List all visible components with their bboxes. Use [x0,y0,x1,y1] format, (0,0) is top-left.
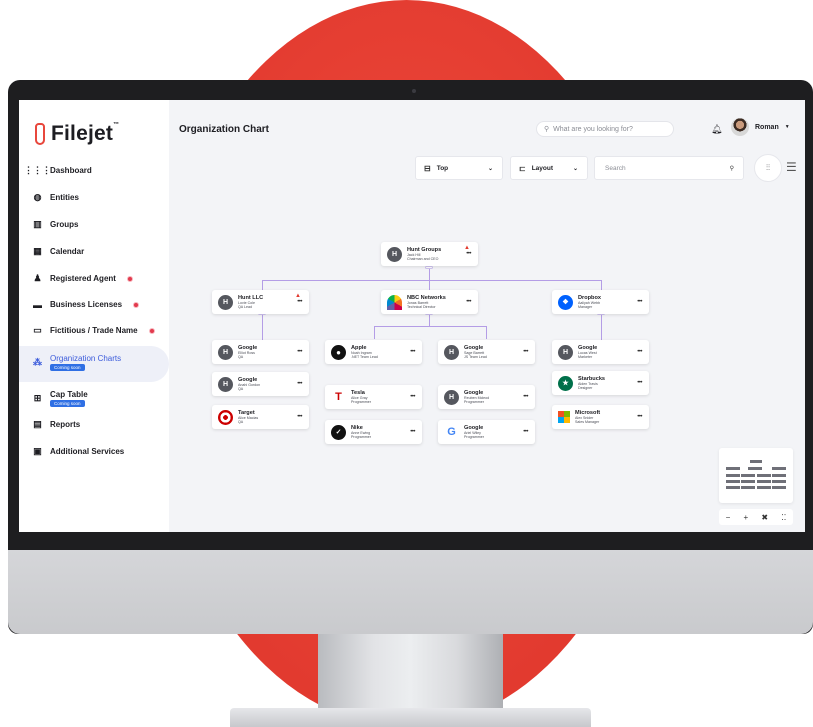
monitor-chin [8,550,813,634]
org-node-dropbox[interactable]: ❖ Dropbox Aaliyah Webb Manager ••• [552,290,649,314]
org-node-hunt-llc[interactable]: H Hunt LLC Lovie Cole QA Lead ▲ ••• [212,290,309,314]
hero-stage: Filejet™ ⋮⋮⋮ Dashboard ◍ Entities ▥ Grou… [0,0,813,727]
more-options-icon[interactable]: ••• [523,429,528,435]
connector [601,314,602,340]
target-logo-icon [218,409,233,425]
connector [262,280,601,281]
more-options-icon[interactable]: ••• [466,251,471,257]
more-options-icon[interactable]: ••• [523,349,528,355]
more-options-icon[interactable]: ••• [297,414,302,420]
org-node[interactable]: H Google Anahi Gordon QA ••• [212,372,309,396]
more-options-icon[interactable]: ••• [297,299,302,305]
company-initial-icon: H [444,389,459,405]
company-initial-icon: H [218,344,233,360]
more-options-icon[interactable]: ••• [410,349,415,355]
nbc-peacock-icon [387,294,402,310]
org-node-microsoft[interactable]: Microsoft Alex Snider Sales Manager ••• [552,405,649,429]
camera-dot [412,89,416,93]
connector [486,326,487,339]
company-initial-icon: H [558,344,573,360]
nike-logo-icon: ✓ [331,424,346,440]
connector [429,280,430,290]
company-initial-icon: H [218,294,233,310]
fullscreen-icon[interactable]: ⁚⁚ [781,513,786,522]
connector [374,326,375,339]
connector [262,280,263,290]
chart-minimap[interactable] [719,448,793,503]
org-node-apple[interactable]: ● Apple Noah Ingram .NET Team Lead ••• [325,340,422,364]
more-options-icon[interactable]: ••• [523,394,528,400]
org-node-tesla[interactable]: T Tesla Alice Gray Programmer ••• [325,385,422,409]
org-node[interactable]: H Google Lucas West Marketer ••• [552,340,649,364]
zoom-out-icon[interactable]: − [726,513,731,522]
company-initial-icon: H [387,246,402,262]
monitor-stand-base [230,708,591,727]
connector [429,268,430,280]
app-screen: Filejet™ ⋮⋮⋮ Dashboard ◍ Entities ▥ Grou… [19,100,805,532]
org-node-target[interactable]: Target Alice Macias QA ••• [212,405,309,429]
zoom-controls: − + ✖ ⁚⁚ [719,509,793,525]
google-logo-icon: G [447,426,456,438]
connector [601,280,602,290]
tesla-logo-icon: T [335,391,342,403]
org-node-starbucks[interactable]: ★ Starbucks Aiden Travis Designer ••• [552,371,649,395]
apple-logo-icon: ● [331,344,346,360]
org-node-root[interactable]: H Hunt Groups Jack Hill Chairman and CEO… [381,242,478,266]
more-options-icon[interactable]: ••• [637,299,642,305]
org-node[interactable]: H Google Elliot Ross QA ••• [212,340,309,364]
more-options-icon[interactable]: ••• [410,394,415,400]
org-node-google[interactable]: G Google Ariel Wiley Programmer ••• [438,420,535,444]
org-chart: H Hunt Groups Jack Hill Chairman and CEO… [19,100,805,532]
starbucks-logo-icon: ★ [558,375,573,391]
more-options-icon[interactable]: ••• [637,414,642,420]
more-options-icon[interactable]: ••• [466,299,471,305]
more-options-icon[interactable]: ••• [297,381,302,387]
more-options-icon[interactable]: ••• [410,429,415,435]
collapse-toggle[interactable] [425,266,433,269]
more-options-icon[interactable]: ••• [637,380,642,386]
monitor-stand-neck [318,634,503,712]
microsoft-logo-icon [558,411,570,423]
zoom-in-icon[interactable]: + [743,513,748,522]
connector [374,326,486,327]
org-node[interactable]: H Google Reuben Mcleod Programmer ••• [438,385,535,409]
connector [429,314,430,326]
org-node[interactable]: H Google Sage Barrett JS Team Lead ••• [438,340,535,364]
more-options-icon[interactable]: ••• [637,349,642,355]
dropbox-icon: ❖ [558,294,573,310]
more-options-icon[interactable]: ••• [297,349,302,355]
org-node-nbc-networks[interactable]: NBC Networks Jonas Barrett Technical Dir… [381,290,478,314]
company-initial-icon: H [218,376,233,392]
company-initial-icon: H [444,344,459,360]
connector [262,314,263,340]
fit-to-screen-icon[interactable]: ✖ [761,513,768,522]
org-node-nike[interactable]: ✓ Nike Anne Ewing Programmer ••• [325,420,422,444]
